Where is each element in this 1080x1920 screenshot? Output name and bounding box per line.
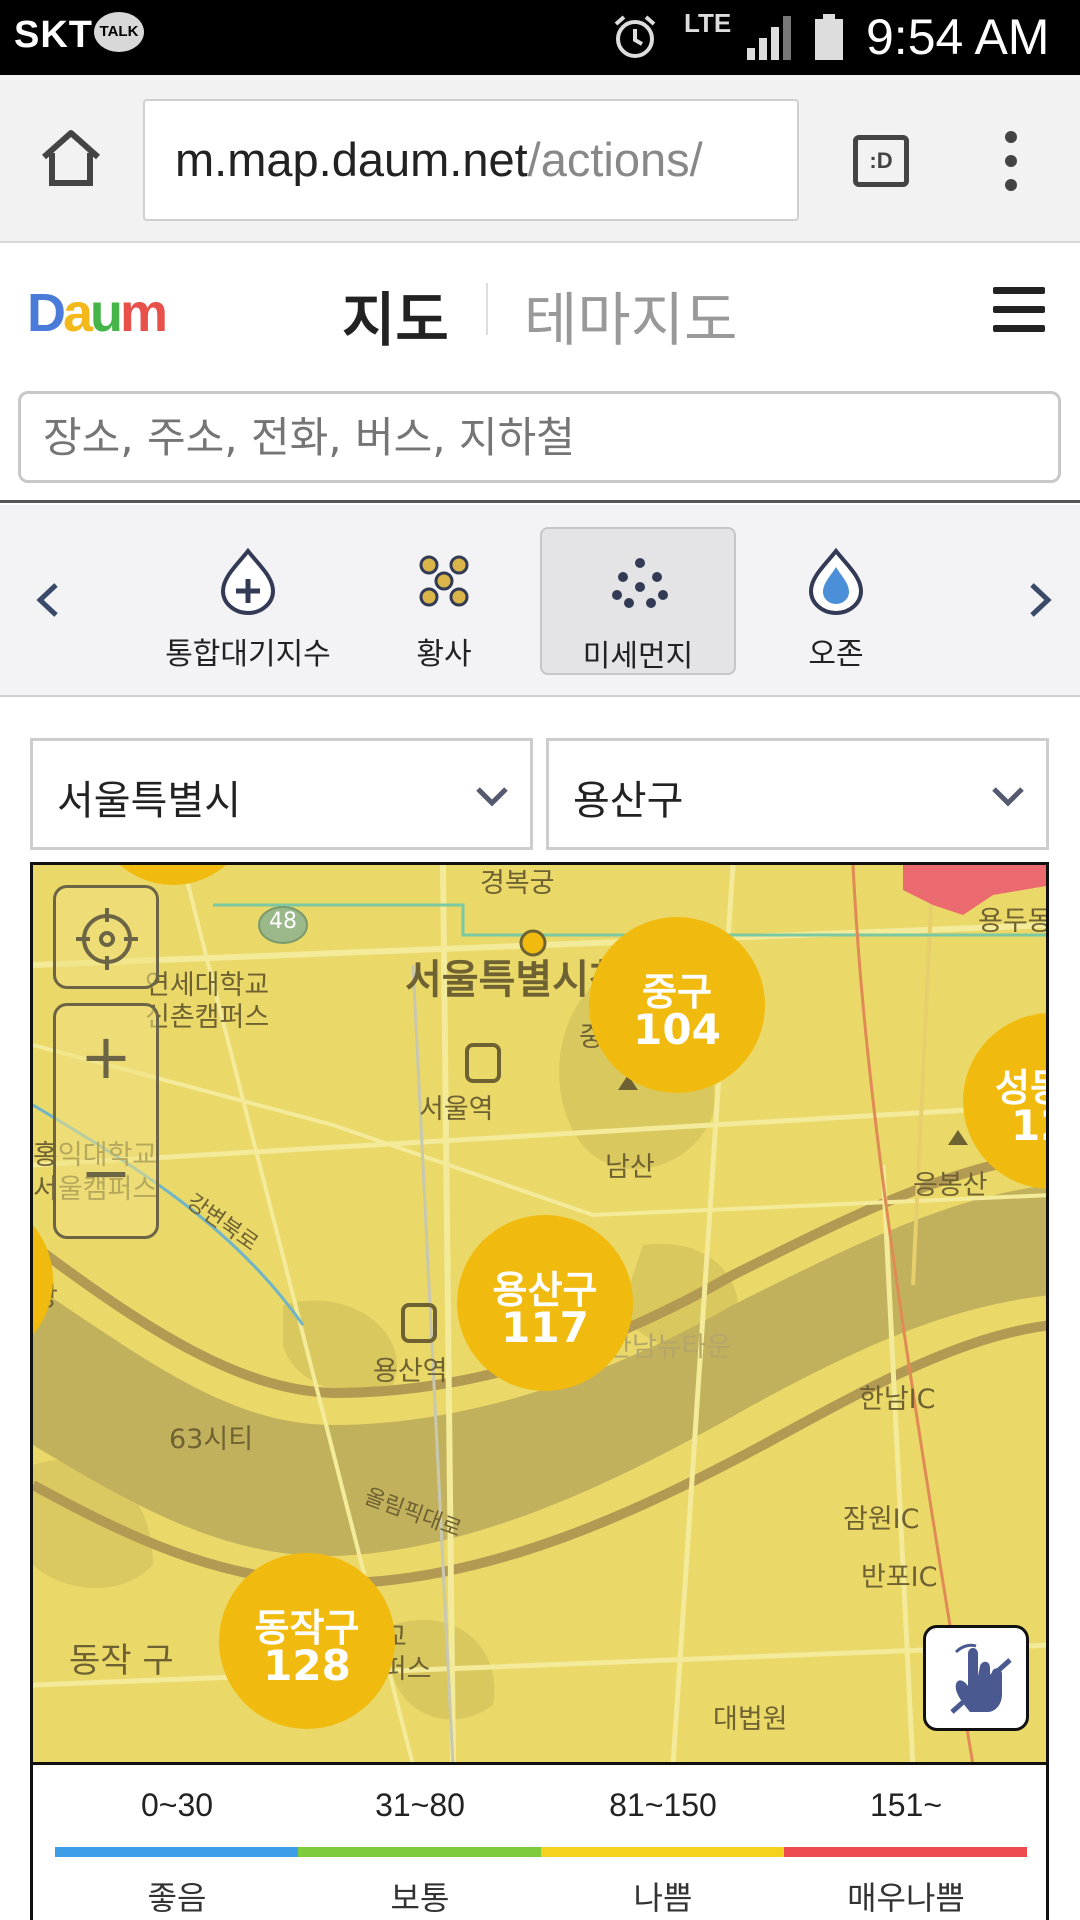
legend-label: 나쁨	[633, 1879, 693, 1917]
touch-disabled-icon	[950, 1643, 1012, 1714]
kakaotalk-icon: TALK	[94, 12, 144, 52]
district-bubble-yongsan-gu[interactable]: 용산구 117	[457, 1215, 633, 1391]
chevron-down-icon	[992, 787, 1024, 807]
map-label: 63시티	[169, 1424, 254, 1455]
category-label: 통합대기지수	[165, 637, 331, 672]
category-label: 오존	[808, 637, 864, 672]
url-bar[interactable]: m.map.daum.net/actions/	[143, 99, 799, 221]
status-bar: SKT TALK LTE 9:54 AM	[0, 0, 1080, 75]
daum-logo[interactable]: Daum	[27, 282, 168, 344]
carrier-label: SKT	[14, 14, 93, 56]
integrated-air-index-icon	[220, 547, 276, 615]
legend-color-bar	[55, 1847, 298, 1857]
district-value: 12	[1011, 1101, 1046, 1150]
legend-range: 31~80	[375, 1787, 465, 1823]
battery-icon	[815, 14, 843, 60]
district-bubble-jung-gu[interactable]: 중구 104	[589, 917, 765, 1093]
legend-range: 81~150	[609, 1787, 717, 1823]
city-select[interactable]: 서울특별시	[30, 738, 533, 850]
map-label: 용두동	[978, 906, 1049, 937]
category-label: 황사	[416, 637, 472, 672]
map-label: 서울역	[419, 1094, 494, 1125]
air-quality-category-bar: 통합대기지수 황사 미세먼지 오존	[0, 505, 1080, 697]
search-input[interactable]	[18, 391, 1061, 483]
map-gesture-toggle-button[interactable]	[923, 1625, 1029, 1731]
network-type-label: LTE	[684, 8, 732, 38]
chevron-down-icon	[476, 787, 508, 807]
more-menu-icon[interactable]	[996, 129, 1026, 193]
browser-toolbar: m.map.daum.net/actions/ :D	[0, 75, 1080, 243]
url-host: m.map.daum.net	[175, 133, 528, 186]
zoom-out-button[interactable]: −	[56, 1136, 156, 1209]
map-label: 남산	[605, 1152, 655, 1183]
zoom-in-button[interactable]: +	[56, 1020, 156, 1093]
legend-range: 151~	[869, 1787, 943, 1823]
chevron-right-icon[interactable]	[1020, 575, 1060, 625]
district-select[interactable]: 용산구	[546, 738, 1049, 850]
crosshair-icon	[76, 908, 138, 970]
fine-dust-icon	[612, 558, 668, 608]
search-area	[0, 375, 1080, 503]
logo-letter: a	[63, 283, 93, 343]
ozone-icon	[808, 547, 864, 615]
map-label: 잠원IC	[843, 1504, 920, 1535]
logo-letter: m	[120, 283, 168, 343]
nav-divider	[486, 283, 488, 335]
legend-label: 매우나쁨	[847, 1879, 965, 1917]
map-label: 경복궁	[480, 868, 555, 899]
category-ozone[interactable]: 오존	[738, 527, 934, 675]
legend-color-bar	[784, 1847, 1027, 1857]
legend-color-bar	[298, 1847, 541, 1857]
home-icon[interactable]	[38, 125, 104, 191]
category-yellow-dust[interactable]: 황사	[346, 527, 542, 675]
district-value: 117	[501, 1303, 589, 1352]
category-fine-dust[interactable]: 미세먼지	[540, 527, 736, 675]
district-select-value: 용산구	[573, 778, 684, 824]
category-label: 미세먼지	[582, 639, 694, 674]
chevron-left-icon[interactable]	[28, 575, 68, 625]
air-quality-legend: 0~30 31~80 81~150 151~ 좋음 보통 나쁨 매우나쁨	[30, 1765, 1049, 1920]
yellow-dust-icon	[419, 555, 469, 607]
map-label: 용산역	[373, 1356, 448, 1387]
map-label: 신촌캠퍼스	[145, 1002, 270, 1033]
legend-color-bar	[541, 1847, 784, 1857]
map-label: 대법원	[713, 1704, 788, 1735]
category-integrated-air-index[interactable]: 통합대기지수	[150, 527, 346, 675]
url-path: /actions/	[527, 133, 703, 186]
route-48-badge: 48	[269, 909, 297, 934]
district-value: 104	[633, 1005, 721, 1054]
nav-theme-map-tab[interactable]: 테마지도	[524, 273, 737, 357]
hamburger-menu-icon[interactable]	[993, 287, 1045, 333]
tab-switcher-button[interactable]: :D	[853, 135, 909, 187]
map-label: 반포IC	[861, 1562, 938, 1593]
district-bubble-dongjak-gu[interactable]: 동작구 128	[219, 1553, 395, 1729]
logo-letter: u	[90, 283, 123, 343]
signal-icon	[747, 16, 791, 60]
district-value: 128	[263, 1641, 351, 1690]
alarm-icon	[614, 15, 656, 58]
city-select-value: 서울특별시	[57, 778, 241, 824]
clock-time: 9:54 AM	[866, 9, 1050, 65]
zoom-control: + −	[53, 1003, 159, 1239]
map-label: 동작 구	[69, 1641, 174, 1681]
site-header: Daum 지도 테마지도	[0, 245, 1080, 375]
map-label: 한남IC	[859, 1384, 936, 1415]
logo-letter: D	[27, 283, 66, 343]
current-location-button[interactable]	[53, 885, 159, 989]
legend-range: 0~30	[140, 1787, 214, 1823]
air-quality-map[interactable]: 경복궁 서울특별시청 48 연세대학교 신촌캠퍼스 서울역 중 구 남산 홍익대…	[30, 862, 1049, 1765]
legend-label: 보통	[390, 1879, 450, 1917]
legend-label: 좋음	[147, 1879, 207, 1917]
map-label: 응봉산	[913, 1170, 988, 1201]
nav-map-tab[interactable]: 지도	[342, 273, 449, 357]
